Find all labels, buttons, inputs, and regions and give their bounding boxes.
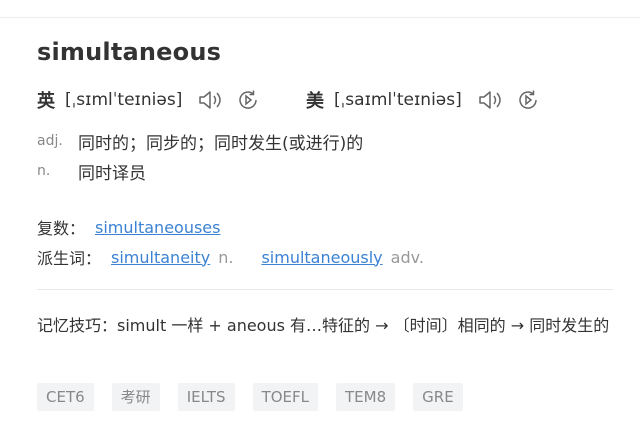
repeat-play-icon[interactable] bbox=[234, 86, 262, 114]
derivatives-label: 派生词： bbox=[37, 249, 102, 268]
exam-tag[interactable]: TOEFL bbox=[252, 383, 319, 411]
ipa-us: [ˌsaɪmlˈteɪniəs] bbox=[334, 90, 462, 110]
speaker-icon[interactable] bbox=[196, 86, 224, 114]
section-divider bbox=[37, 289, 613, 290]
top-divider bbox=[0, 17, 640, 18]
definition-text: 同时的；同步的；同时发生(或进行)的 bbox=[78, 133, 364, 154]
plural-link[interactable]: simultaneouses bbox=[95, 218, 220, 237]
derivative-link[interactable]: simultaneity bbox=[111, 248, 210, 267]
exam-tag[interactable]: 考研 bbox=[111, 383, 160, 411]
speaker-icon[interactable] bbox=[476, 86, 504, 114]
part-of-speech: n. bbox=[37, 163, 51, 179]
exam-tags: CET6 考研 IELTS TOEFL TEM8 GRE bbox=[37, 383, 481, 411]
exam-tag[interactable]: TEM8 bbox=[336, 383, 396, 411]
definitions-list: adj. 同时的；同步的；同时发生(或进行)的 n. 同时译员 bbox=[37, 126, 363, 186]
pronunciation-uk: 英 [ˌsɪmlˈteɪniəs] bbox=[37, 86, 272, 114]
derivative-link[interactable]: simultaneously bbox=[261, 248, 382, 267]
definition-row: adj. 同时的；同步的；同时发生(或进行)的 bbox=[37, 126, 363, 156]
derivative-pos: n. bbox=[218, 247, 234, 267]
derivative-pos: adv. bbox=[390, 247, 424, 267]
exam-tag[interactable]: CET6 bbox=[37, 383, 94, 411]
region-label-uk: 英 bbox=[37, 91, 55, 112]
headword: simultaneous bbox=[37, 38, 222, 66]
memory-tip: 记忆技巧：simult 一样 + aneous 有…特征的 → 〔时间〕相同的 … bbox=[37, 316, 610, 335]
exam-tag[interactable]: GRE bbox=[413, 383, 463, 411]
definition-text: 同时译员 bbox=[78, 163, 146, 184]
exam-tag[interactable]: IELTS bbox=[177, 383, 235, 411]
part-of-speech: adj. bbox=[37, 133, 63, 149]
pronunciation-us: 美 [ˌsaɪmlˈteɪniəs] bbox=[306, 86, 552, 114]
plural-label: 复数： bbox=[37, 219, 86, 238]
plural-row: 复数： simultaneouses bbox=[37, 215, 220, 239]
region-label-us: 美 bbox=[306, 91, 324, 112]
repeat-play-icon[interactable] bbox=[514, 86, 542, 114]
ipa-uk: [ˌsɪmlˈteɪniəs] bbox=[65, 90, 183, 110]
definition-row: n. 同时译员 bbox=[37, 156, 363, 186]
derivatives-row: 派生词： simultaneity n. simultaneously adv. bbox=[37, 245, 424, 269]
